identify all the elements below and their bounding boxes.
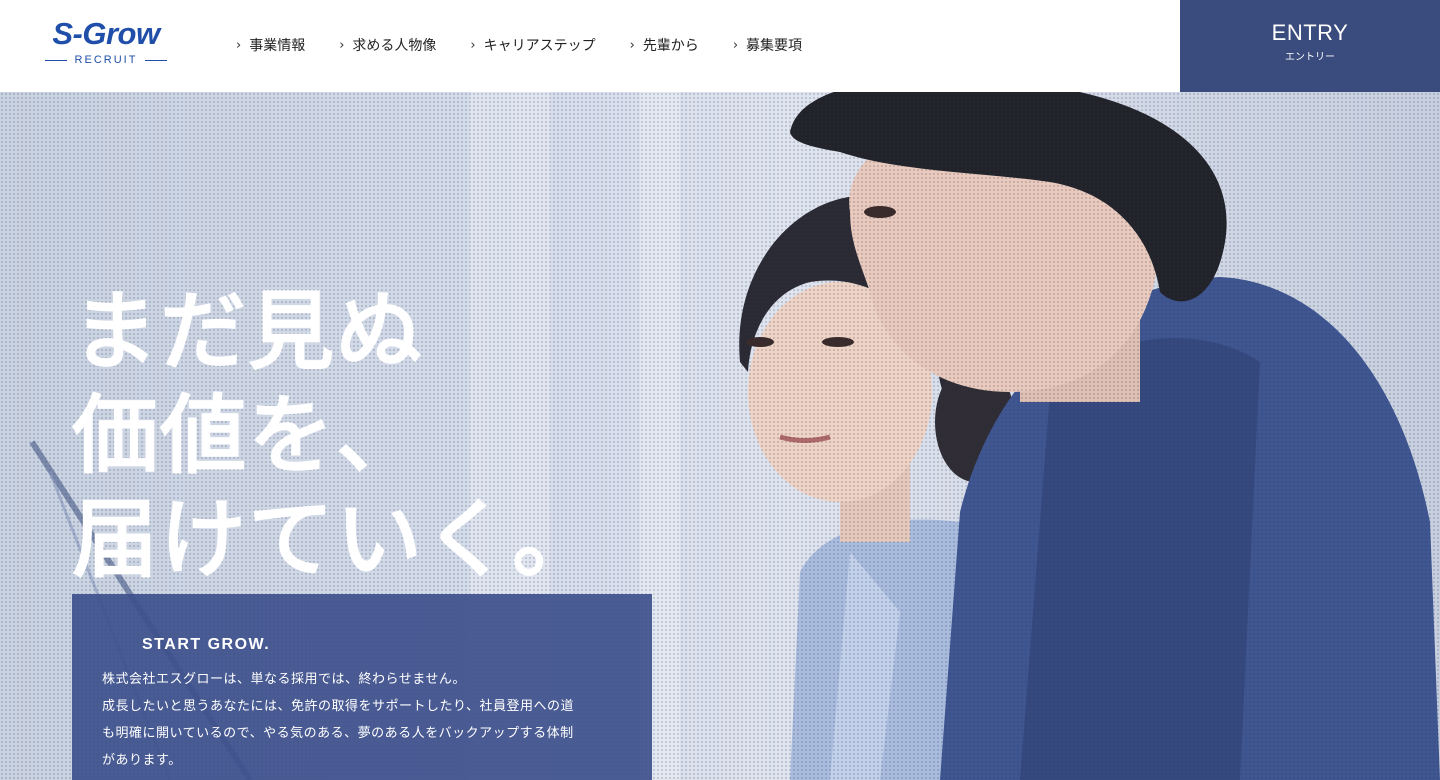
site-header: S-Grow RECRUIT › 事業情報 › 求める人物像 › キャリアステッ… bbox=[0, 0, 1440, 92]
nav-item-label: 事業情報 bbox=[249, 38, 306, 54]
chevron-right-icon: › bbox=[236, 37, 242, 53]
entry-label: ENTRY bbox=[1271, 20, 1349, 45]
logo-rule-right bbox=[145, 59, 168, 61]
hero-section: まだ見ぬ 価値を、 届けていく。 START GROW. 株式会社エスグローは、… bbox=[0, 92, 1440, 780]
nav-item-label: キャリアステップ bbox=[483, 38, 596, 54]
logo-subtitle-text: RECRUIT bbox=[74, 54, 138, 66]
intro-line: があります。 bbox=[102, 753, 182, 768]
logo[interactable]: S-Grow RECRUIT bbox=[40, 16, 172, 68]
entry-sublabel: エントリー bbox=[1285, 52, 1335, 63]
nav-item-label: 先輩から bbox=[642, 38, 699, 54]
intro-title: START GROW. bbox=[142, 636, 271, 653]
chevron-right-icon: › bbox=[732, 37, 739, 53]
intro-line: 株式会社エスグローは、単なる採用では、終わらせません。 bbox=[102, 672, 466, 687]
nav-item-ideal-candidate[interactable]: › 求める人物像 bbox=[339, 34, 436, 56]
nav-item-label: 求める人物像 bbox=[352, 38, 437, 54]
logo-subtitle: RECRUIT bbox=[40, 52, 172, 68]
headline-line: 価値を、 bbox=[72, 385, 424, 486]
headline-line: まだ見ぬ bbox=[72, 281, 424, 382]
intro-box: START GROW. 株式会社エスグローは、単なる採用では、終わらせません。 … bbox=[72, 594, 652, 780]
logo-wordmark: S-Grow bbox=[52, 16, 160, 51]
chevron-right-icon: › bbox=[470, 37, 476, 53]
intro-line: も明確に開いているので、やる気のある、夢のある人をバックアップする体制 bbox=[102, 726, 574, 741]
logo-rule-left bbox=[44, 59, 67, 61]
nav-item-label: 募集要項 bbox=[746, 38, 803, 54]
hero-headline: まだ見ぬ 価値を、 届けていく。 bbox=[72, 280, 600, 592]
entry-button[interactable]: ENTRY エントリー bbox=[1180, 0, 1440, 92]
nav-item-career-step[interactable]: › キャリアステップ bbox=[470, 34, 595, 56]
intro-body: 株式会社エスグローは、単なる採用では、終わらせません。 成長したいと思うあなたに… bbox=[102, 666, 622, 774]
nav-item-seniors[interactable]: › 先輩から bbox=[630, 34, 699, 56]
chevron-right-icon: › bbox=[339, 37, 345, 53]
nav-item-requirements[interactable]: › 募集要項 bbox=[733, 34, 802, 56]
headline-line: 届けていく。 bbox=[72, 489, 600, 590]
nav-item-business[interactable]: › 事業情報 bbox=[236, 34, 305, 56]
main-nav: › 事業情報 › 求める人物像 › キャリアステップ › 先輩から › 募集要項 bbox=[236, 34, 836, 56]
chevron-right-icon: › bbox=[629, 37, 635, 53]
intro-line: 成長したいと思うあなたには、免許の取得をサポートしたり、社員登用への道 bbox=[102, 699, 574, 714]
